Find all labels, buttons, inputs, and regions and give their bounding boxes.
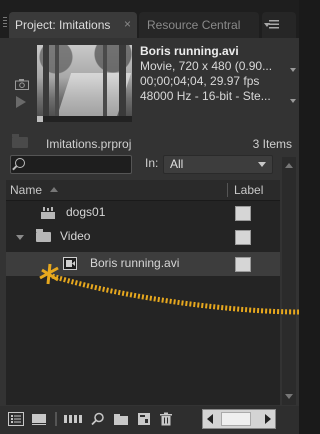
tab-resource-central-label: Resource Central	[147, 18, 241, 32]
column-header-label[interactable]: Label	[234, 183, 263, 197]
disclosure-triangle-icon[interactable]	[16, 235, 24, 240]
list-item-name: dogs01	[66, 205, 106, 219]
thumbnail-scrubber[interactable]	[37, 116, 132, 122]
tab-project[interactable]: Project: Imitations ×	[9, 12, 137, 38]
search-icon	[15, 158, 25, 168]
in-dropdown[interactable]: All	[163, 155, 273, 174]
project-panel: Project: Imitations × Resource Central B…	[0, 0, 299, 434]
tab-project-label: Project: Imitations	[15, 18, 111, 32]
clip-thumbnail	[37, 45, 132, 116]
label-color-swatch[interactable]	[235, 206, 251, 221]
scroll-down-icon[interactable]	[285, 394, 293, 399]
scroll-right-icon[interactable]	[265, 414, 271, 424]
item-count: 3 Items	[252, 137, 292, 151]
toolbar-divider	[55, 412, 57, 426]
project-file-name: Imitations.prproj	[46, 137, 132, 151]
panel-menu-button[interactable]	[262, 12, 296, 38]
project-item-list: Name Label dogs01 Video Boris running.av…	[6, 180, 280, 405]
clip-title: Boris running.avi	[140, 44, 239, 58]
label-color-swatch[interactable]	[235, 257, 251, 272]
list-item-selected[interactable]: Boris running.avi	[6, 252, 280, 276]
list-view-icon[interactable]	[8, 412, 24, 426]
horizontal-scrollbar[interactable]	[202, 409, 276, 429]
in-label: In:	[145, 156, 159, 170]
new-bin-icon[interactable]	[113, 412, 129, 426]
chevron-down-icon[interactable]	[290, 99, 296, 103]
list-item-name: Boris running.avi	[90, 256, 180, 270]
in-dropdown-value: All	[170, 157, 184, 171]
clip-info-line: Movie, 720 x 480 (0.90...	[140, 59, 273, 73]
trash-icon[interactable]	[158, 412, 174, 426]
close-icon[interactable]: ×	[124, 17, 131, 31]
clip-info: Boris running.avi Movie, 720 x 480 (0.90…	[140, 44, 292, 104]
automate-to-sequence-icon[interactable]	[63, 412, 83, 426]
tab-bar: Project: Imitations × Resource Central	[0, 0, 299, 38]
chevron-down-icon	[258, 162, 266, 167]
poster-frame-icon[interactable]	[15, 77, 29, 90]
sort-arrow-icon[interactable]	[50, 187, 58, 192]
vertical-scrollbar[interactable]	[282, 157, 296, 405]
list-item[interactable]: dogs01	[6, 201, 280, 225]
search-input[interactable]	[10, 155, 132, 174]
video-clip-icon	[63, 257, 77, 270]
find-icon[interactable]	[90, 412, 106, 426]
scrubber-handle[interactable]	[37, 116, 43, 122]
list-item-name: Video	[60, 229, 91, 243]
project-bin-icon	[12, 134, 28, 148]
clip-info-line: 48000 Hz - 16-bit - Ste...	[140, 89, 271, 103]
scroll-up-icon[interactable]	[285, 163, 293, 168]
play-icon[interactable]	[16, 96, 26, 108]
list-header: Name Label	[6, 180, 280, 201]
new-item-icon[interactable]	[136, 412, 152, 426]
scrollbar-thumb[interactable]	[221, 412, 251, 426]
column-divider[interactable]	[227, 183, 228, 197]
panel-grip[interactable]	[3, 17, 7, 29]
tab-resource-central[interactable]: Resource Central	[139, 12, 259, 38]
scroll-left-icon[interactable]	[207, 414, 213, 424]
column-header-name[interactable]: Name	[10, 183, 42, 197]
chevron-down-icon[interactable]	[290, 68, 296, 72]
folder-icon	[36, 229, 51, 242]
clip-info-line: 00;00;04;04, 29.97 fps	[140, 74, 260, 88]
list-item[interactable]: Video	[6, 225, 280, 249]
icon-view-icon[interactable]	[31, 412, 47, 426]
menu-icon	[269, 20, 279, 29]
sequence-icon	[41, 206, 55, 219]
label-color-swatch[interactable]	[235, 230, 251, 245]
